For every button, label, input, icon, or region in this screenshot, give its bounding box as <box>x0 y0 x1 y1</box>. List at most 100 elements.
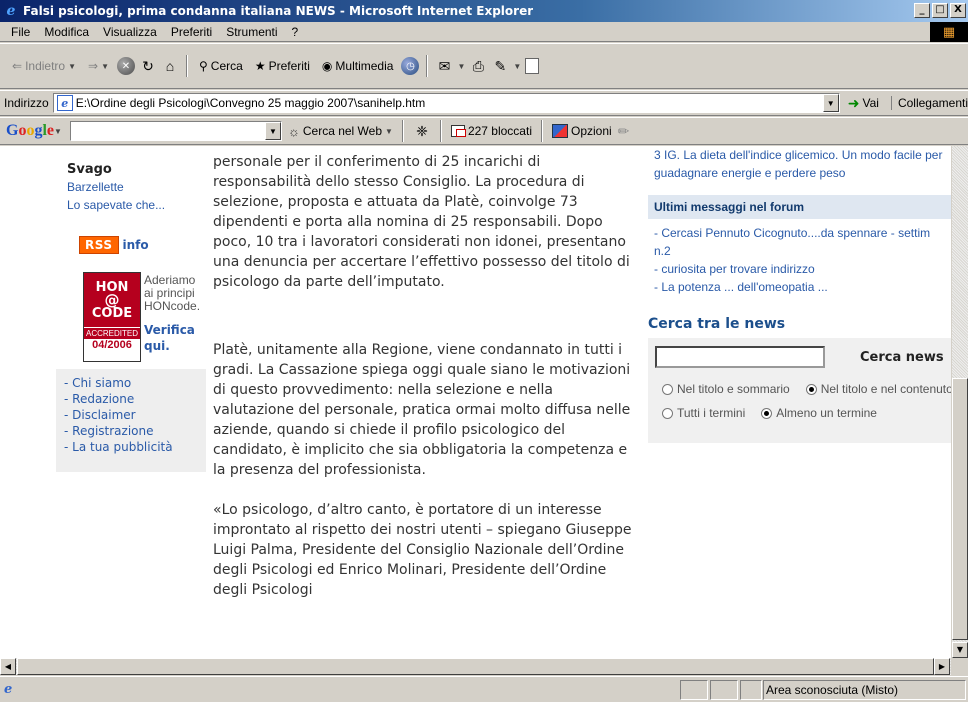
chevron-down-icon[interactable]: ▼ <box>822 94 839 112</box>
status-panel <box>710 680 738 700</box>
verify-here[interactable]: qui. <box>144 338 195 354</box>
logo-letter: e <box>46 122 55 139</box>
link-barzellette[interactable]: Barzellette <box>67 180 124 194</box>
search-label: Cerca <box>210 59 243 73</box>
link-chi-siamo[interactable]: - Chi siamo <box>64 376 131 390</box>
stop-icon[interactable]: ✕ <box>117 57 135 75</box>
menu-preferiti[interactable]: Preferiti <box>164 25 219 39</box>
star-icon: ★ <box>254 59 266 73</box>
news-search-heading: Cerca tra le news <box>648 316 786 332</box>
back-button[interactable]: ⇐ Indietro ▼ <box>8 57 80 75</box>
chevron-down-icon[interactable]: ▼ <box>513 62 521 71</box>
address-label: Indirizzo <box>4 96 49 110</box>
news-search-button[interactable]: Cerca news <box>832 346 951 370</box>
horizontal-scroll-thumb[interactable] <box>17 658 934 675</box>
svago-heading: Svago <box>67 162 112 177</box>
refresh-icon[interactable]: ↻ <box>139 57 157 75</box>
forum-item[interactable]: n.2 <box>654 244 671 258</box>
verify-text[interactable]: Verifica <box>144 322 195 338</box>
favorites-button[interactable]: ★ Preferiti <box>251 57 314 75</box>
rss-badge[interactable]: RSS <box>79 236 119 254</box>
top-article-link[interactable]: 3 IG. La dieta dell'indice glicemico. Un… <box>654 148 942 162</box>
address-input[interactable]: e E:\Ordine degli Psicologi\Convegno 25 … <box>52 93 840 113</box>
chevron-down-icon[interactable]: ▼ <box>457 62 465 71</box>
radio-title-summary[interactable] <box>662 383 673 395</box>
link-disclaimer[interactable]: - Disclaimer <box>64 408 136 422</box>
page-icon: e <box>56 95 73 111</box>
blocked-count: 227 bloccati <box>467 124 532 138</box>
multimedia-label: Multimedia <box>335 59 394 73</box>
close-button[interactable]: X <box>950 3 966 18</box>
hon-code: CODE <box>91 305 133 321</box>
horizontal-scrollbar[interactable]: ◀ ▶ <box>0 658 968 675</box>
search-icon: ⚲ <box>199 59 208 73</box>
google-logo[interactable]: Google ▼ <box>6 122 62 140</box>
hon-verify-link[interactable]: Verifica qui. <box>144 322 195 354</box>
chevron-down-icon[interactable]: ▼ <box>68 62 76 71</box>
logo-letter: g <box>34 122 43 139</box>
toolbar-separator <box>426 55 429 77</box>
forum-item[interactable]: - curiosita per trovare indirizzo <box>654 262 815 276</box>
rss-info-link[interactable]: info <box>123 238 149 252</box>
chevron-down-icon[interactable]: ▼ <box>264 122 281 140</box>
scroll-right-arrow[interactable]: ▶ <box>934 658 950 675</box>
forum-item[interactable]: - Cercasi Pennuto Cicognuto....da spenna… <box>654 226 930 240</box>
link-lo-sapevate[interactable]: Lo sapevate che... <box>67 198 165 212</box>
security-zone: Area sconosciuta (Misto) <box>766 683 899 697</box>
options-button[interactable]: Opzioni <box>551 124 612 138</box>
link-pubblicita[interactable]: - La tua pubblicità <box>64 440 173 454</box>
vertical-scroll-thumb[interactable] <box>952 378 968 640</box>
maximize-button[interactable]: □ <box>932 3 948 18</box>
forward-button[interactable]: ⇒ ▼ <box>84 57 113 75</box>
minimize-button[interactable]: _ <box>914 3 930 18</box>
popup-blocker-button[interactable]: 227 bloccati <box>450 124 532 138</box>
multimedia-button[interactable]: ◉ Multimedia <box>318 57 398 75</box>
links-button[interactable]: Collegamenti <box>890 96 968 110</box>
highlight-pencil-icon[interactable]: ✏ <box>618 123 630 140</box>
menu-modifica[interactable]: Modifica <box>37 25 96 39</box>
history-icon[interactable]: ◷ <box>401 57 420 75</box>
back-arrow-icon: ⇐ <box>12 59 23 73</box>
top-article-link-cont[interactable]: guadagnare energie e perdere peso <box>654 166 845 180</box>
title-bar: e Falsi psicologi, prima condanna italia… <box>0 0 968 22</box>
logo-letter: o <box>26 122 35 139</box>
radio-title-content[interactable] <box>805 383 817 395</box>
radio-all-terms[interactable] <box>662 407 673 419</box>
popup-blocker-icon <box>450 125 466 137</box>
menu-file[interactable]: File <box>4 25 37 39</box>
chevron-down-icon[interactable]: ▼ <box>385 127 393 136</box>
article-paragraph: personale per il conferimento di 25 inca… <box>213 154 630 290</box>
radio-label: Nel titolo e sommario <box>677 382 790 396</box>
search-button[interactable]: ⚲ Cerca <box>195 57 247 75</box>
chevron-down-icon[interactable]: ▼ <box>101 62 109 71</box>
radio-any-term[interactable] <box>761 407 773 419</box>
discuss-icon[interactable] <box>525 58 540 74</box>
home-icon[interactable]: ⌂ <box>161 57 179 75</box>
mail-icon[interactable]: ✉ <box>435 57 453 75</box>
options-label: Opzioni <box>570 124 612 138</box>
link-redazione[interactable]: - Redazione <box>64 392 134 406</box>
vertical-scrollbar[interactable]: ▼ <box>951 146 968 658</box>
forum-item[interactable]: - La potenza ... dell'omeopatia ... <box>654 280 828 294</box>
news-icon[interactable]: ❈ <box>413 122 431 140</box>
edit-icon[interactable]: ✎ <box>491 57 509 75</box>
go-button[interactable]: ➜ Vai <box>848 95 879 112</box>
menu-help[interactable]: ? <box>285 25 306 39</box>
link-registrazione[interactable]: - Registrazione <box>64 424 153 438</box>
google-search-input[interactable]: ▼ <box>69 121 282 141</box>
print-icon[interactable]: ⎙ <box>469 57 487 75</box>
hon-line: HONcode. <box>144 299 201 313</box>
status-panel <box>680 680 708 700</box>
page-status-icon: e <box>4 682 13 697</box>
news-search-input[interactable] <box>655 346 825 368</box>
honcode-seal[interactable]: HON @ CODE ACCREDITED 04/2006 <box>83 272 141 362</box>
search-web-button[interactable]: ☼ Cerca nel Web ▼ <box>288 124 393 139</box>
favorites-label: Preferiti <box>268 59 310 73</box>
scroll-down-arrow[interactable]: ▼ <box>952 642 968 658</box>
scroll-left-arrow[interactable]: ◀ <box>0 658 16 675</box>
logo-letter: o <box>18 122 27 139</box>
address-url[interactable]: E:\Ordine degli Psicologi\Convegno 25 ma… <box>76 96 426 110</box>
windows-logo-icon: ▦ <box>930 22 968 42</box>
menu-visualizza[interactable]: Visualizza <box>96 25 164 39</box>
menu-strumenti[interactable]: Strumenti <box>219 25 284 39</box>
